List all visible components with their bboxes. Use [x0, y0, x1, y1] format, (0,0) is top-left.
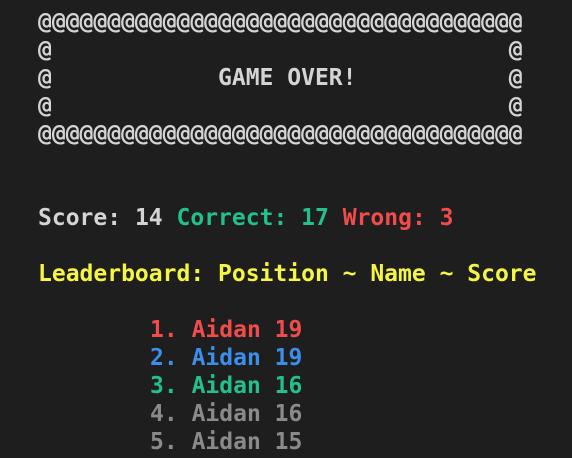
score-value: 14 [134, 205, 163, 231]
banner-title: @ GAME OVER! @ [38, 65, 523, 91]
entry-score: 16 [274, 373, 303, 399]
entry-position: 2. [150, 345, 178, 371]
wrong-value: 3 [439, 205, 454, 231]
banner-blank-line: @ @ [38, 37, 523, 63]
entry-name: Aidan [191, 317, 261, 343]
leaderboard-entry: 2. Aidan 19 [150, 344, 302, 372]
terminal-output: @@@@@@@@@@@@@@@@@@@@@@@@@@@@@@@@@@@ @ @ … [0, 0, 572, 458]
stats-line: Score: 14 Correct: 17 Wrong: 3 [38, 204, 454, 232]
entry-name: Aidan [191, 345, 261, 371]
banner-top-border: @@@@@@@@@@@@@@@@@@@@@@@@@@@@@@@@@@@ [38, 9, 523, 35]
correct-label: Correct: [176, 205, 288, 231]
leaderboard-entry: 1. Aidan 19 [150, 316, 302, 344]
leaderboard-heading: Leaderboard: Position ~ Name ~ Score [38, 261, 537, 287]
leaderboard-entry: 5. Aidan 15 [150, 428, 302, 456]
banner-bottom-border: @@@@@@@@@@@@@@@@@@@@@@@@@@@@@@@@@@@ [38, 121, 523, 147]
entry-name: Aidan [191, 401, 261, 427]
entry-position: 1. [150, 317, 178, 343]
leaderboard-entry: 4. Aidan 16 [150, 400, 302, 428]
entry-name: Aidan [191, 429, 261, 455]
entry-position: 5. [150, 429, 178, 455]
entry-score: 19 [274, 345, 303, 371]
entry-name: Aidan [191, 373, 261, 399]
score-label: Score: [38, 205, 122, 231]
entry-score: 16 [274, 401, 303, 427]
correct-value: 17 [301, 205, 329, 231]
entry-score: 19 [274, 317, 303, 343]
leaderboard-entry: 3. Aidan 16 [150, 372, 302, 400]
entry-position: 4. [150, 401, 178, 427]
entry-score: 15 [274, 429, 303, 455]
entry-position: 3. [150, 373, 178, 399]
wrong-label: Wrong: [342, 205, 426, 231]
banner-blank-line: @ @ [38, 93, 523, 119]
